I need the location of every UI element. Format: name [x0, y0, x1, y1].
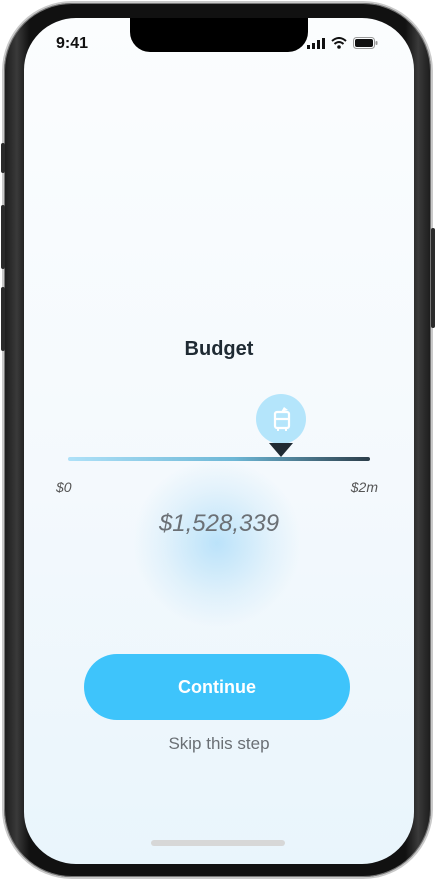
notch	[130, 18, 308, 52]
page-title: Budget	[184, 338, 254, 360]
battery-icon	[353, 37, 378, 49]
volume-up-button	[1, 205, 5, 269]
fridge-icon	[273, 407, 291, 431]
home-indicator	[151, 840, 285, 846]
slider-pointer	[269, 443, 293, 457]
silent-switch	[1, 143, 5, 173]
amount-glow	[132, 458, 302, 628]
budget-slider-track[interactable]	[68, 457, 370, 461]
status-time: 9:41	[56, 35, 89, 52]
power-button	[431, 228, 435, 328]
budget-slider-thumb[interactable]	[256, 394, 306, 444]
signal-icon	[307, 37, 325, 49]
continue-button[interactable]: Continue	[84, 654, 350, 720]
budget-amount: $1,528,339	[158, 510, 280, 537]
app-screen: 9:41 Budget $0 $2m $1,528,339 Continue S…	[24, 18, 414, 864]
slider-max-label: $2m	[350, 479, 378, 495]
wifi-icon	[331, 37, 347, 49]
slider-min-label: $0	[56, 479, 72, 495]
volume-down-button	[1, 287, 5, 351]
status-icons	[307, 37, 378, 49]
skip-step-link[interactable]: Skip this step	[24, 734, 414, 754]
